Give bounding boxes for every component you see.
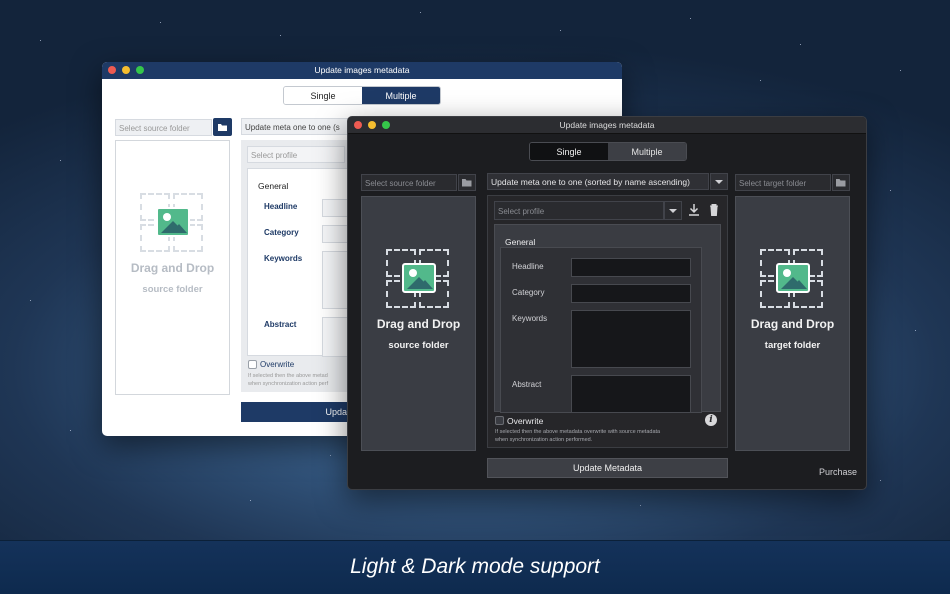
browse-source-button[interactable] [213, 118, 232, 136]
caption-text: Light & Dark mode support [350, 555, 600, 578]
browse-source-button[interactable] [458, 174, 476, 191]
image-icon [385, 249, 452, 311]
overwrite-hint-1: If selected then the above metad [248, 373, 328, 379]
source-folder-field[interactable]: Select source folder [115, 119, 212, 136]
dark-titlebar: Update images metadata [348, 117, 866, 134]
tab-single[interactable]: Single [284, 87, 362, 104]
zoom-button[interactable] [382, 121, 390, 129]
meta-mode-select[interactable]: Update meta one to one (s [241, 118, 351, 135]
overwrite-label: Overwrite [507, 416, 544, 426]
meta-mode-dropdown[interactable] [710, 173, 728, 190]
overwrite-hint-2: when synchronization action performed. [495, 437, 593, 443]
folder-icon [462, 179, 472, 187]
overwrite-hint-2: when synchronization action perf [248, 381, 329, 387]
keywords-label: Keywords [512, 314, 548, 323]
purchase-link[interactable]: Purchase [819, 467, 857, 477]
keywords-label: Keywords [264, 254, 303, 263]
profile-panel: Select profile General Headline Category… [241, 140, 352, 392]
abstract-label: Abstract [512, 380, 542, 389]
close-button[interactable] [354, 121, 362, 129]
overwrite-label: Overwrite [260, 360, 295, 369]
minimize-button[interactable] [368, 121, 376, 129]
zoom-button[interactable] [136, 66, 144, 74]
general-section: General Headline Category Keywords Abstr… [247, 168, 352, 357]
category-label: Category [264, 228, 299, 237]
keywords-input[interactable] [571, 310, 691, 368]
headline-label: Headline [512, 262, 544, 271]
image-icon [139, 193, 206, 255]
source-drop-zone[interactable]: Drag and Drop source folder [361, 196, 476, 451]
meta-mode-select[interactable]: Update meta one to one (sorted by name a… [487, 173, 709, 190]
category-input[interactable] [571, 284, 691, 303]
drop-subtitle: source folder [388, 340, 449, 351]
window-title: Update images metadata [314, 65, 410, 75]
tab-multiple[interactable]: Multiple [362, 87, 440, 104]
source-folder-field[interactable]: Select source folder [361, 174, 457, 191]
drop-title: Drag and Drop [376, 317, 461, 331]
caption-banner: Light & Dark mode support [0, 540, 950, 594]
section-title: General [505, 237, 536, 247]
tab-single[interactable]: Single [530, 143, 608, 160]
overwrite-hint-1: If selected then the above metadata over… [495, 429, 661, 435]
trash-icon[interactable] [707, 202, 721, 218]
section-title: General [258, 181, 289, 191]
folder-icon [218, 124, 227, 131]
headline-input[interactable] [571, 258, 691, 277]
info-icon[interactable]: i [705, 414, 717, 426]
close-button[interactable] [108, 66, 116, 74]
drop-title: Drag and Drop [750, 317, 835, 331]
minimize-button[interactable] [122, 66, 130, 74]
drop-title: Drag and Drop [130, 261, 215, 275]
target-drop-zone[interactable]: Drag and Drop target folder [735, 196, 850, 451]
target-folder-field[interactable]: Select target folder [735, 174, 831, 191]
update-metadata-button[interactable]: Upda [241, 402, 351, 422]
category-label: Category [512, 288, 545, 297]
window-title: Update images metadata [559, 120, 655, 130]
abstract-label: Abstract [264, 320, 297, 329]
profile-select[interactable]: Select profile [494, 201, 664, 220]
profile-dropdown[interactable] [664, 201, 682, 220]
dark-window: Update images metadata Single Multiple S… [347, 116, 867, 490]
overwrite-checkbox[interactable] [495, 416, 504, 425]
source-drop-zone[interactable]: Drag and Drop source folder [115, 140, 230, 395]
general-section: General Headline Category Keywords Abstr… [494, 224, 721, 413]
headline-label: Headline [264, 202, 298, 211]
download-icon[interactable] [687, 202, 701, 218]
light-titlebar: Update images metadata [102, 62, 622, 79]
image-icon [759, 249, 826, 311]
drop-subtitle: source folder [142, 284, 203, 295]
chevron-down-icon [715, 180, 723, 184]
profile-panel: Select profile General Headline Category… [487, 195, 728, 448]
abstract-input[interactable] [571, 375, 691, 413]
drop-subtitle: target folder [764, 340, 821, 351]
browse-target-button[interactable] [832, 174, 850, 191]
profile-select[interactable]: Select profile [247, 146, 345, 163]
tab-multiple[interactable]: Multiple [608, 143, 686, 160]
mode-segmented-control: Single Multiple [283, 86, 441, 105]
chevron-down-icon [669, 209, 677, 213]
update-metadata-button[interactable]: Update Metadata [487, 458, 728, 478]
folder-icon [836, 179, 846, 187]
fields-area: Headline Category Keywords Abstract [500, 247, 702, 413]
mode-segmented-control: Single Multiple [529, 142, 687, 161]
overwrite-checkbox[interactable] [248, 360, 257, 369]
